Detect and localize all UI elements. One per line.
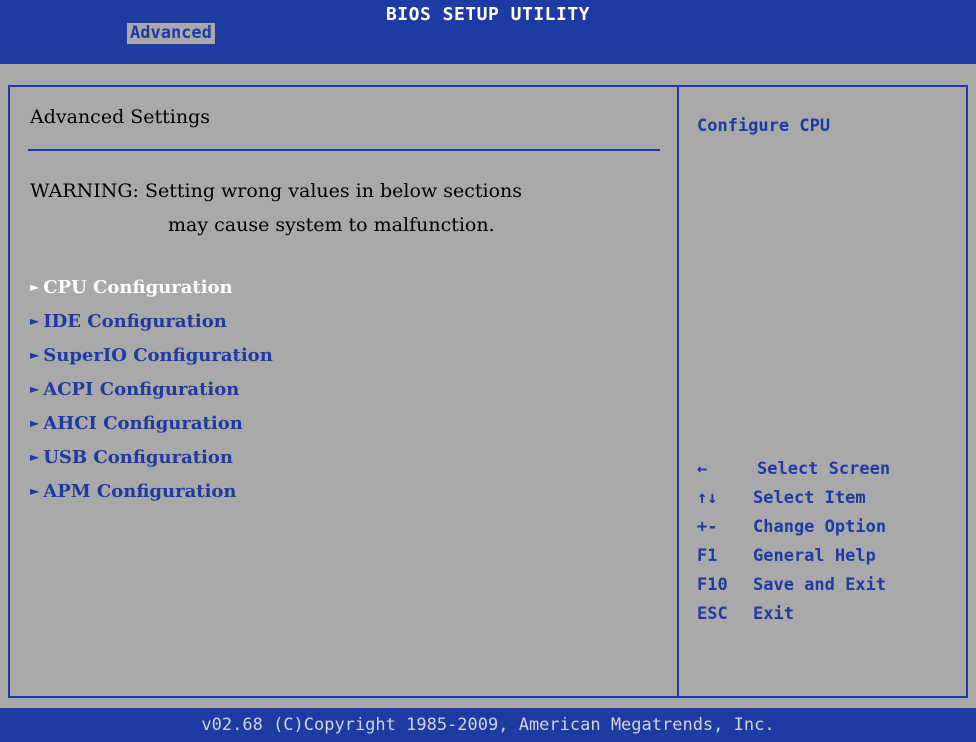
key-row-select-item: ↑↓ Select Item xyxy=(697,484,890,513)
copyright-footer: v02.68 (C)Copyright 1985-2009, American … xyxy=(0,708,976,742)
menu-item-usb-configuration[interactable]: ► USB Configuration xyxy=(30,440,273,474)
menu-item-label: APM Configuration xyxy=(43,481,237,502)
up-down-arrow-key-icon: ↑↓ xyxy=(697,488,718,508)
menu-item-label: ACPI Configuration xyxy=(43,379,240,400)
menu-item-superio-configuration[interactable]: ► SuperIO Configuration xyxy=(30,338,273,372)
menu-item-acpi-configuration[interactable]: ► ACPI Configuration xyxy=(30,372,273,406)
panel-divider xyxy=(677,85,679,698)
menu-item-label: IDE Configuration xyxy=(43,311,227,332)
submenu-arrow-icon: ► xyxy=(30,416,40,430)
plus-minus-key: +- xyxy=(697,517,718,537)
submenu-arrow-icon: ► xyxy=(30,314,40,328)
section-divider xyxy=(28,149,660,151)
key-row-change-option: +- Change Option xyxy=(697,513,890,542)
key-action: Select Screen xyxy=(757,459,891,479)
submenu-arrow-icon: ► xyxy=(30,280,40,294)
menu-item-label: USB Configuration xyxy=(43,447,233,468)
key-action: Exit xyxy=(753,604,794,624)
key-action: Select Item xyxy=(753,488,866,508)
f1-key: F1 xyxy=(697,546,718,566)
app-title: BIOS SETUP UTILITY xyxy=(385,4,591,25)
key-row-save-exit: F10 Save and Exit xyxy=(697,571,890,600)
key-action: Save and Exit xyxy=(753,575,887,595)
menu-item-label: CPU Configuration xyxy=(43,277,233,298)
key-row-select-screen: ← Select Screen xyxy=(697,455,890,484)
submenu-arrow-icon: ► xyxy=(30,484,40,498)
menu-item-apm-configuration[interactable]: ► APM Configuration xyxy=(30,474,273,508)
section-title: Advanced Settings xyxy=(30,106,211,128)
menu-item-label: AHCI Configuration xyxy=(43,413,243,434)
warning-line-1: WARNING: Setting wrong values in below s… xyxy=(30,180,523,202)
f10-key: F10 xyxy=(697,575,728,595)
menu-item-label: SuperIO Configuration xyxy=(43,345,273,366)
key-action: General Help xyxy=(753,546,876,566)
left-arrow-key-icon: ← xyxy=(697,459,708,479)
key-action: Change Option xyxy=(753,517,887,537)
warning-line-2: may cause system to malfunction. xyxy=(168,214,495,236)
submenu-list: ► CPU Configuration ► IDE Configuration ► S… xyxy=(30,270,273,508)
submenu-arrow-icon: ► xyxy=(30,348,40,362)
submenu-arrow-icon: ► xyxy=(30,450,40,464)
esc-key: ESC xyxy=(697,604,728,624)
warning-text: WARNING: Setting wrong values in below s… xyxy=(30,174,630,242)
menu-item-cpu-configuration[interactable]: ► CPU Configuration xyxy=(30,270,273,304)
submenu-arrow-icon: ► xyxy=(30,382,40,396)
menu-item-ahci-configuration[interactable]: ► AHCI Configuration xyxy=(30,406,273,440)
key-row-general-help: F1 General Help xyxy=(697,542,890,571)
tab-bar xyxy=(0,44,976,64)
tab-advanced[interactable]: Advanced xyxy=(127,23,215,44)
menu-item-ide-configuration[interactable]: ► IDE Configuration xyxy=(30,304,273,338)
key-legend: ← Select Screen ↑↓ Select Item +- Change Op… xyxy=(697,455,890,629)
help-text: Configure CPU xyxy=(697,116,831,136)
key-row-exit: ESC Exit xyxy=(697,600,890,629)
